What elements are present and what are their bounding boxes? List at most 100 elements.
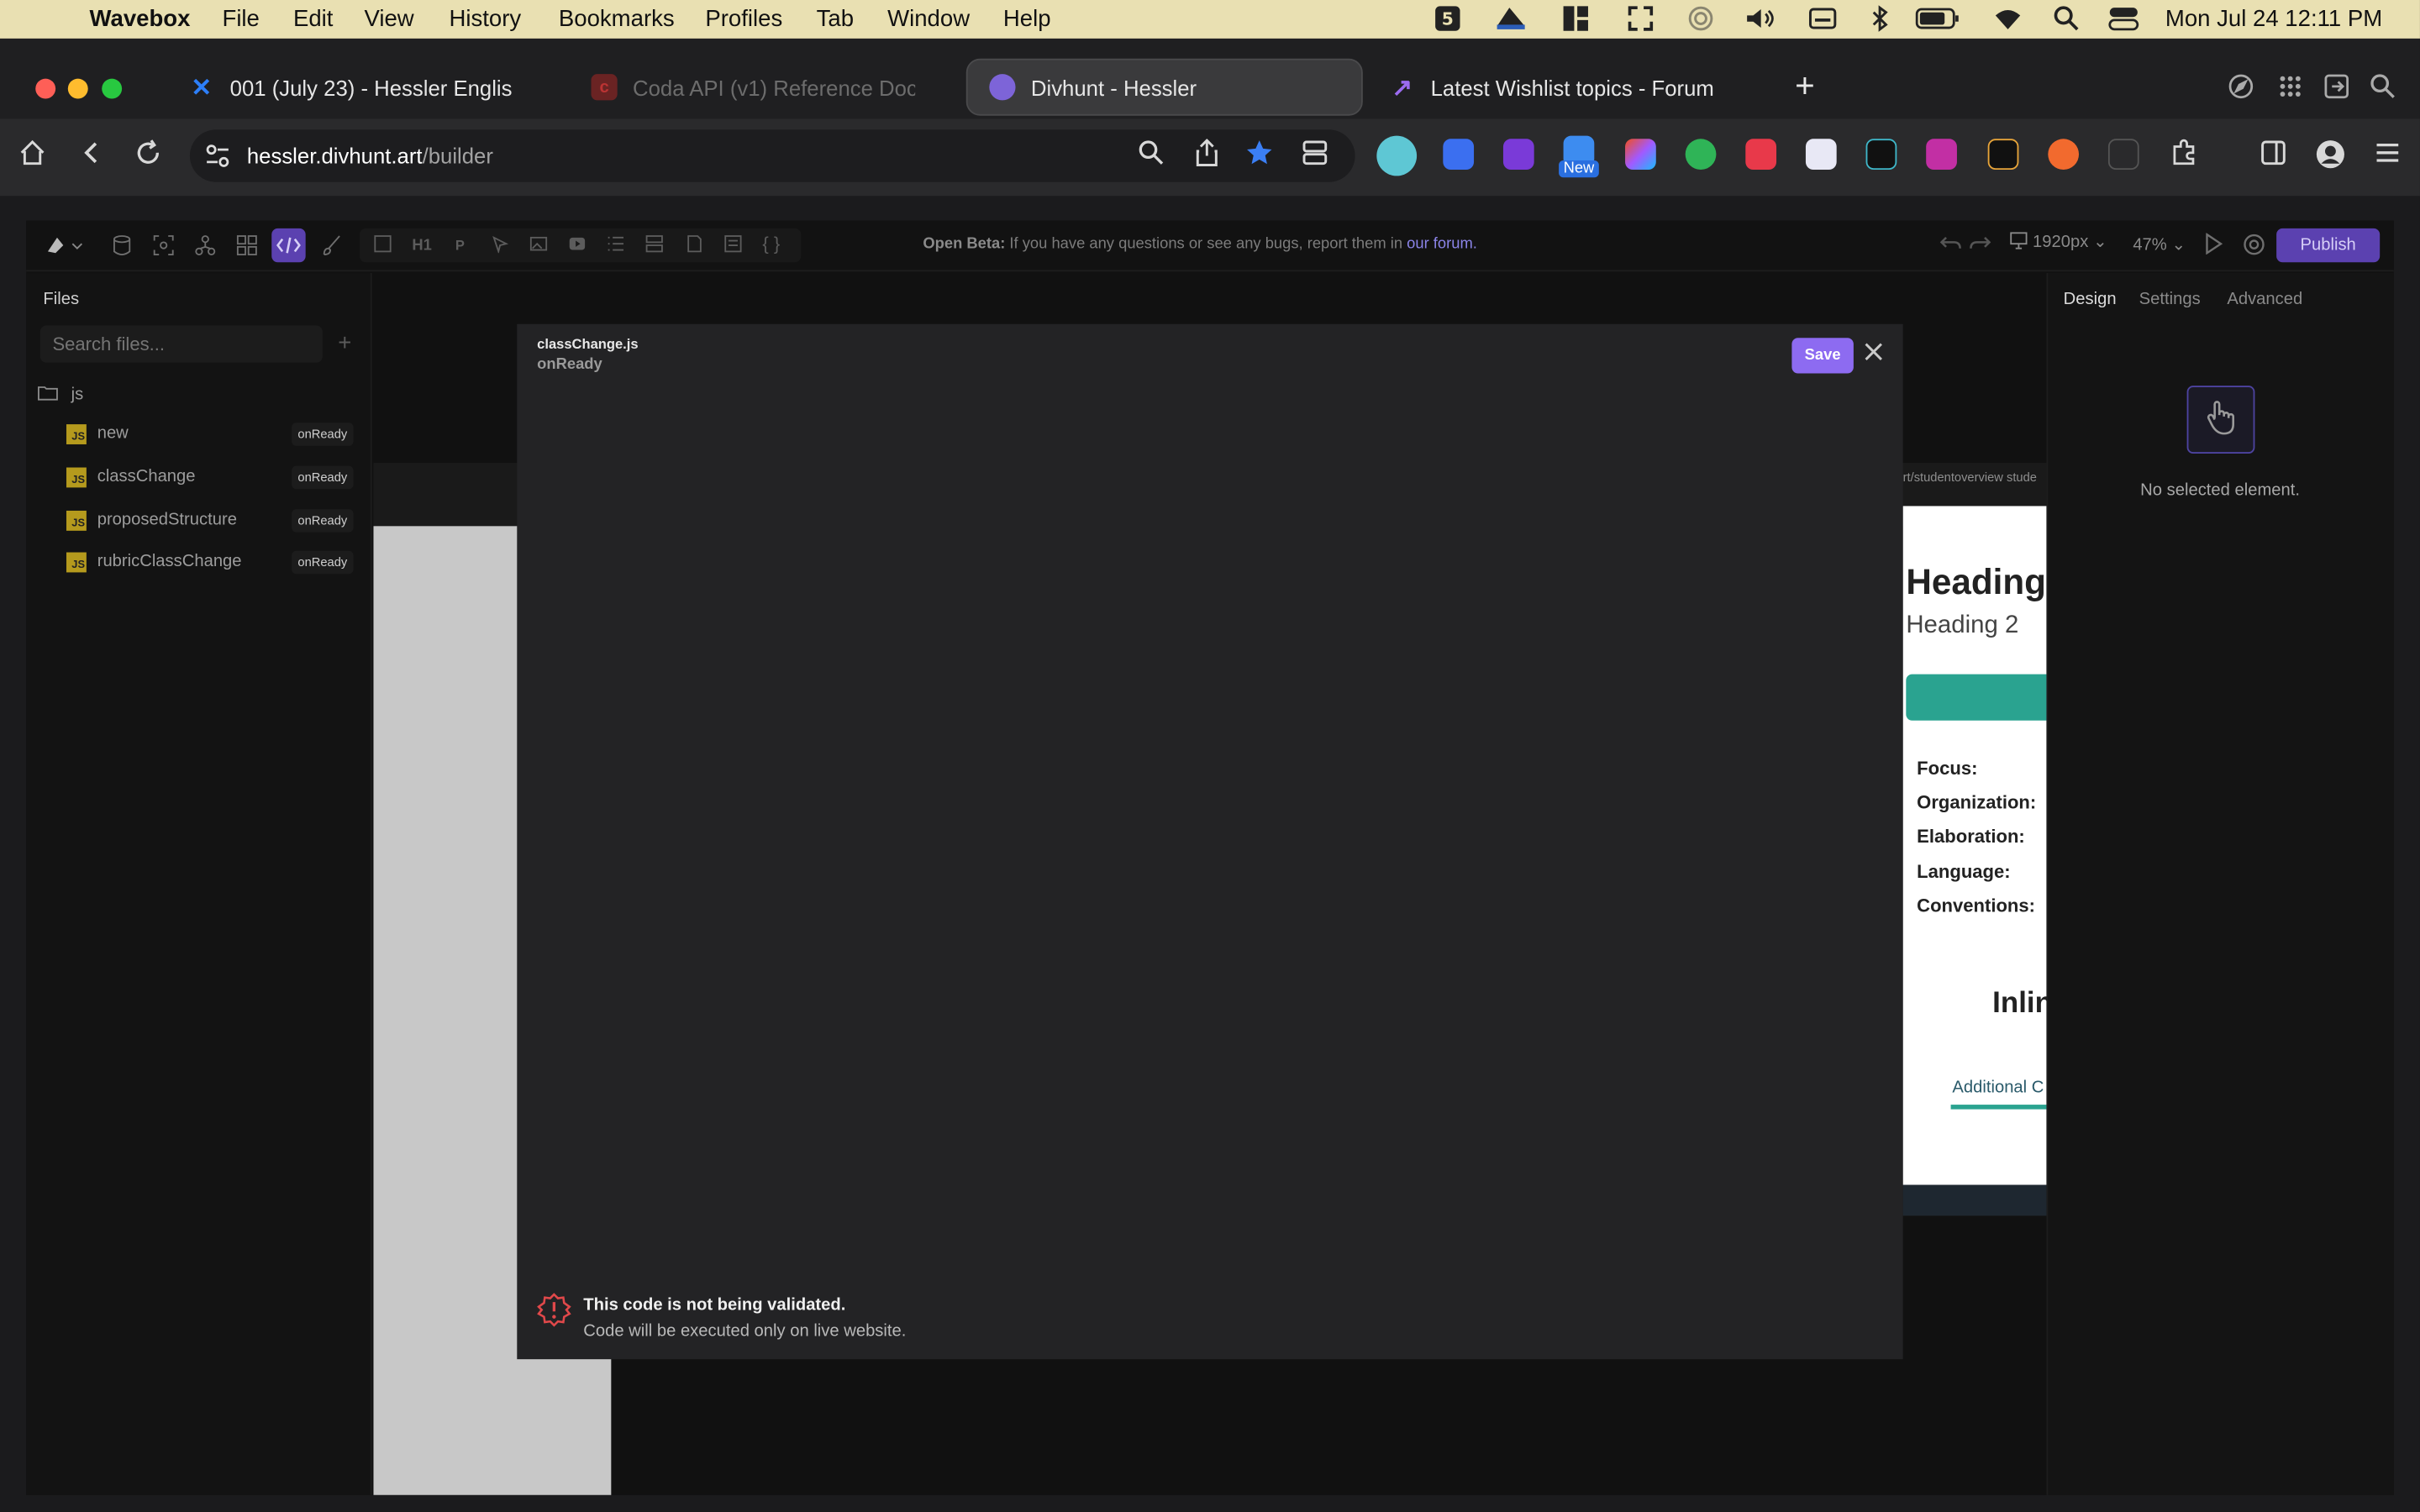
menu-profiles[interactable]: Profiles: [705, 6, 782, 32]
preview-inline-heading[interactable]: Inlin: [1992, 987, 2053, 1021]
tab-layout-icon[interactable]: [1301, 139, 1328, 174]
cursor-extension-icon[interactable]: [1865, 139, 1897, 171]
preview-play-icon[interactable]: [2202, 232, 2224, 259]
redo-icon[interactable]: [1970, 232, 1991, 258]
menu-file[interactable]: File: [222, 6, 259, 32]
undo-icon[interactable]: [1939, 232, 1962, 258]
publish-button[interactable]: Publish: [2276, 228, 2381, 263]
tab-settings[interactable]: Settings: [2139, 290, 2201, 308]
tab-divhunt[interactable]: Divhunt - Hessler: [965, 58, 1363, 116]
face-extension-icon[interactable]: [1502, 139, 1534, 171]
figma-extension-icon[interactable]: [1625, 139, 1656, 171]
menu-window[interactable]: Window: [887, 6, 970, 32]
apps-grid-icon[interactable]: [2276, 72, 2304, 108]
list-tool-icon[interactable]: [607, 234, 625, 258]
pocket-extension-icon[interactable]: [1745, 139, 1777, 171]
url-text[interactable]: hessler.divhunt.art/builder: [247, 144, 493, 168]
battery-icon[interactable]: [1915, 5, 1961, 38]
html5-icon[interactable]: 5: [1432, 5, 1463, 38]
pencil-extension-icon[interactable]: [1376, 135, 1418, 176]
save-button[interactable]: Save: [1791, 338, 1854, 374]
file-item[interactable]: JS classChange onReady: [66, 465, 360, 496]
app-menu[interactable]: Wavebox: [90, 6, 191, 32]
extensions-puzzle-icon[interactable]: [2170, 139, 2197, 174]
menu-help[interactable]: Help: [1003, 6, 1051, 32]
layout-icon[interactable]: [1562, 5, 1590, 38]
code-editor-area[interactable]: [517, 386, 1902, 1280]
reload-icon[interactable]: [134, 139, 162, 174]
code-tool-button[interactable]: [271, 228, 306, 263]
canvas-breadcrumb[interactable]: rt/studentoverview stude: [1903, 470, 2037, 485]
section-tool-icon[interactable]: [645, 234, 664, 258]
airdrop-icon[interactable]: [1687, 5, 1715, 38]
video-tool-icon[interactable]: [568, 234, 587, 258]
control-center-icon[interactable]: [2108, 5, 2139, 38]
menu-view[interactable]: View: [364, 6, 413, 32]
file-item[interactable]: JS new onReady: [66, 421, 360, 452]
embed-tool-icon[interactable]: { }: [762, 233, 780, 255]
window-minimize-button[interactable]: [67, 78, 88, 99]
sign-in-icon[interactable]: [2323, 72, 2350, 108]
docs-extension-icon[interactable]: [1443, 139, 1475, 171]
new-tab-button[interactable]: +: [1795, 66, 1815, 107]
tab-advanced[interactable]: Advanced: [2227, 290, 2302, 308]
tab-confluence[interactable]: ✕ 001 (July 23) - Hessler Englis: [188, 59, 513, 116]
folder-js[interactable]: js: [37, 384, 83, 404]
close-icon[interactable]: [1863, 339, 1885, 370]
menu-bar-clock[interactable]: Mon Jul 24 12:11 PM: [2165, 6, 2382, 32]
tab-design[interactable]: Design: [2064, 290, 2117, 308]
spotlight-icon[interactable]: [2053, 5, 2081, 38]
keyboard-icon[interactable]: [1808, 5, 1837, 38]
menu-tab[interactable]: Tab: [817, 6, 854, 32]
tab-forum[interactable]: ↗ Latest Wishlist topics - Forum: [1389, 59, 1712, 116]
wifi-icon[interactable]: [1991, 5, 2024, 38]
search-tabs-icon[interactable]: [2369, 72, 2396, 108]
box-extension-icon[interactable]: [1987, 139, 2019, 171]
settings-gear-icon[interactable]: [2243, 233, 2266, 260]
components-icon[interactable]: [236, 234, 258, 260]
stack-extension-icon[interactable]: [1926, 139, 1957, 171]
bluetooth-icon[interactable]: [1869, 5, 1891, 38]
structure-icon[interactable]: [194, 234, 216, 260]
site-settings-icon[interactable]: [205, 144, 229, 176]
browser-menu-icon[interactable]: [2374, 139, 2402, 174]
file-tool-icon[interactable]: [685, 234, 703, 258]
window-close-button[interactable]: [35, 78, 56, 99]
file-item[interactable]: JS rubricClassChange onReady: [66, 549, 360, 580]
drive-icon[interactable]: [1494, 5, 1528, 38]
file-item[interactable]: JS proposedStructure onReady: [66, 507, 360, 538]
add-file-button[interactable]: +: [338, 330, 351, 356]
bookmark-star-icon[interactable]: [1245, 139, 1273, 174]
brush-icon[interactable]: [321, 234, 343, 260]
zoom-icon[interactable]: [1138, 139, 1165, 174]
preview-teal-bar[interactable]: [1906, 674, 2047, 721]
back-icon[interactable]: [77, 139, 105, 174]
sidebar-toggle-icon[interactable]: [2260, 139, 2287, 174]
resize-icon[interactable]: [1627, 5, 1655, 38]
heading-tool[interactable]: H1: [412, 238, 432, 255]
menu-history[interactable]: History: [449, 6, 521, 32]
menu-bookmarks[interactable]: Bookmarks: [559, 6, 675, 32]
profile-avatar-icon[interactable]: [2315, 139, 2346, 177]
preview-heading-2[interactable]: Heading 2: [1906, 612, 2018, 640]
p-extension-icon[interactable]: [2107, 139, 2139, 171]
link-tool-icon[interactable]: [491, 234, 509, 258]
compass-icon[interactable]: [2227, 72, 2254, 108]
viewport-selector[interactable]: 1920px ⌄: [2009, 232, 2107, 251]
home-icon[interactable]: [18, 139, 46, 174]
zoom-selector[interactable]: 47% ⌄: [2133, 234, 2186, 255]
image-tool-icon[interactable]: [529, 234, 548, 258]
focus-icon[interactable]: [153, 234, 175, 260]
tab-coda[interactable]: c Coda API (v1) Reference Doc: [591, 59, 915, 116]
layers-extension-icon[interactable]: [1805, 139, 1837, 171]
volume-icon[interactable]: [1744, 5, 1777, 38]
window-zoom-button[interactable]: [102, 78, 123, 99]
share-icon[interactable]: [1193, 139, 1221, 174]
s-extension-icon[interactable]: [2048, 139, 2080, 171]
preview-heading-1[interactable]: Heading: [1906, 562, 2046, 604]
menu-edit[interactable]: Edit: [293, 6, 333, 32]
div-block-icon[interactable]: [373, 234, 392, 258]
paragraph-tool[interactable]: P: [455, 238, 465, 253]
grammar-extension-icon[interactable]: [1685, 139, 1717, 171]
preview-additional-tab[interactable]: Additional C: [1952, 1079, 2044, 1097]
